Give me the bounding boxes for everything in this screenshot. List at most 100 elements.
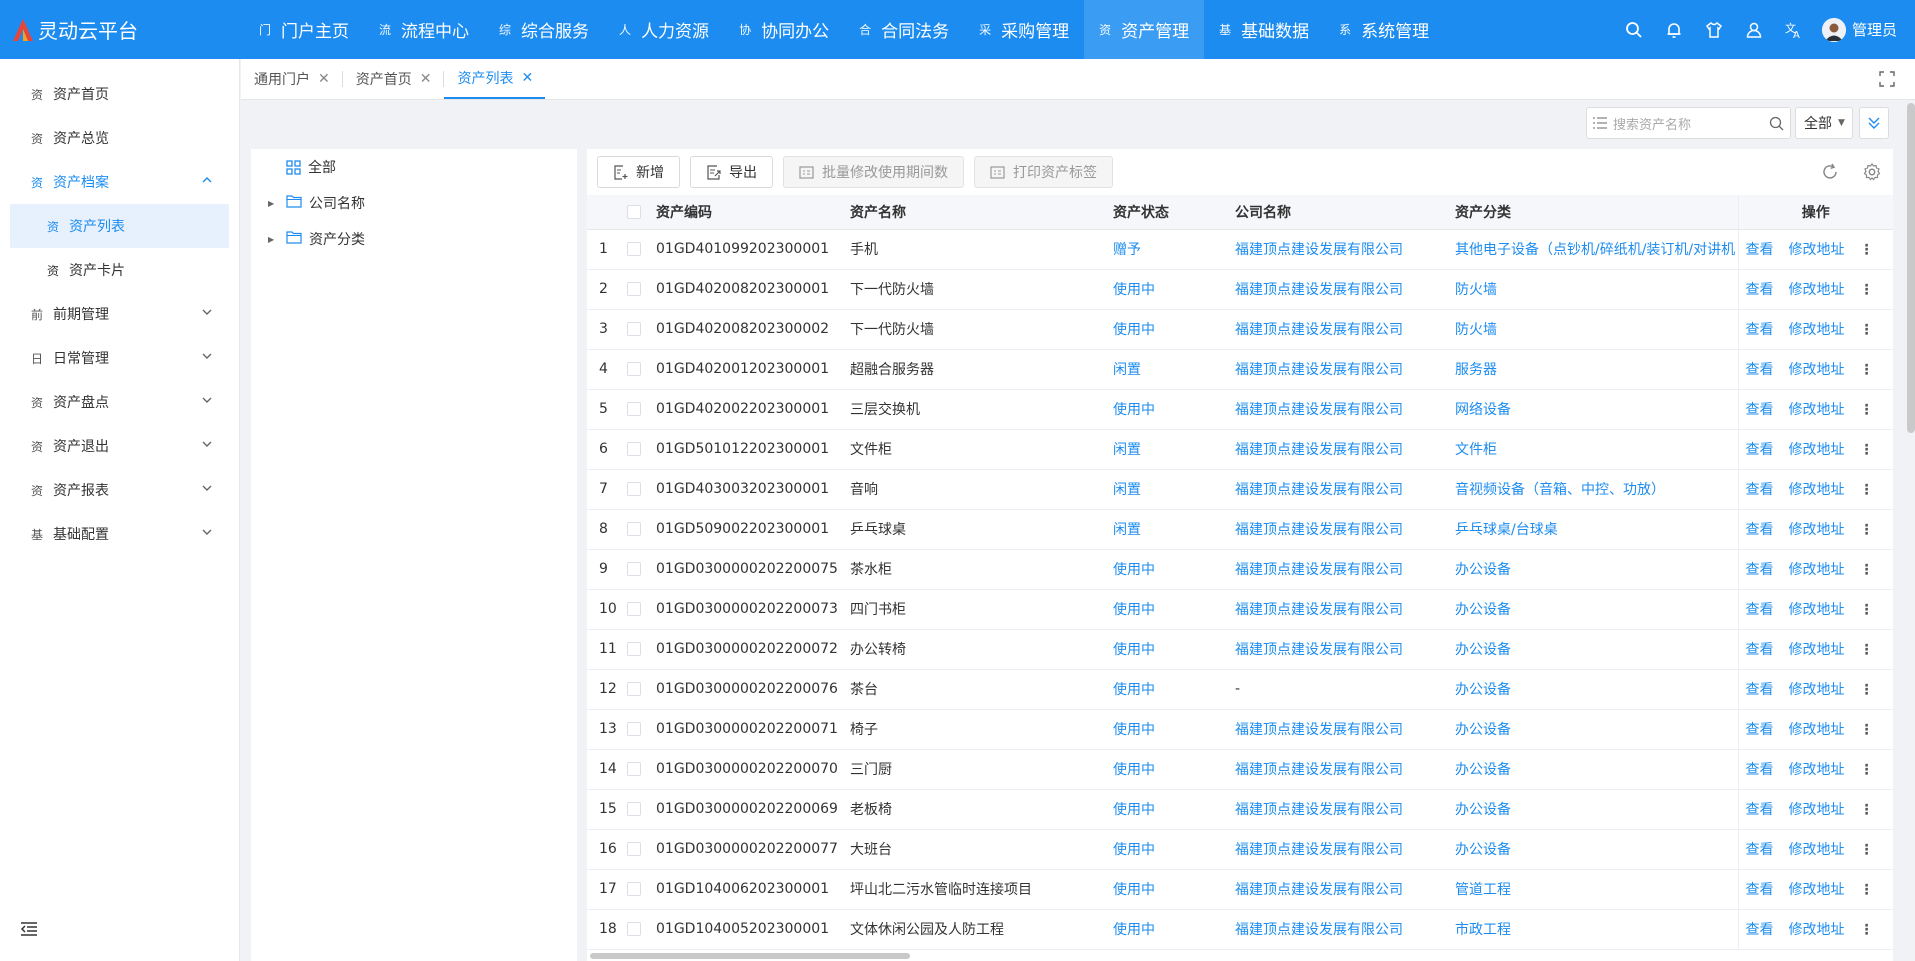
tab-0[interactable]: 通用门户 ✕ xyxy=(241,58,342,99)
view-link[interactable]: 查看 xyxy=(1746,762,1774,778)
sidebar-item-7[interactable]: 资资产盘点 xyxy=(0,380,239,424)
sidebar-item-10[interactable]: 基基础配置 xyxy=(0,512,239,556)
row-checkbox[interactable] xyxy=(627,682,641,696)
row-checkbox[interactable] xyxy=(627,722,641,736)
table-row[interactable]: 14 01GD0300000202200070 三门厨 使用中 福建顶点建设发展有限公司… xyxy=(587,749,1893,790)
asset-search-input[interactable]: 搜索资产名称 xyxy=(1586,107,1791,139)
close-icon[interactable]: ✕ xyxy=(318,71,330,87)
batch-edit-button[interactable]: 批量修改使用期间数 xyxy=(783,156,964,188)
edit-address-link[interactable]: 修改地址 xyxy=(1789,562,1845,578)
nav-item-5[interactable]: 合合同法务 xyxy=(844,0,964,59)
more-vertical-icon[interactable]: ⋮ xyxy=(1860,722,1874,738)
col-select-all[interactable] xyxy=(627,195,656,230)
table-row[interactable]: 6 01GD501012202300001 文件柜 闲置 福建顶点建设发展有限公司 文件柜… xyxy=(587,429,1893,470)
sidebar-item-9[interactable]: 资资产报表 xyxy=(0,468,239,512)
more-vertical-icon[interactable]: ⋮ xyxy=(1860,762,1874,778)
view-link[interactable]: 查看 xyxy=(1746,562,1774,578)
more-vertical-icon[interactable]: ⋮ xyxy=(1860,642,1874,658)
row-checkbox[interactable] xyxy=(627,442,641,456)
search-icon[interactable] xyxy=(1614,0,1654,59)
edit-address-link[interactable]: 修改地址 xyxy=(1789,882,1845,898)
nav-item-0[interactable]: 门门户主页 xyxy=(244,0,364,59)
row-checkbox[interactable] xyxy=(627,482,641,496)
user-icon[interactable] xyxy=(1734,0,1774,59)
edit-address-link[interactable]: 修改地址 xyxy=(1789,442,1845,458)
more-vertical-icon[interactable]: ⋮ xyxy=(1860,362,1874,378)
edit-address-link[interactable]: 修改地址 xyxy=(1789,282,1845,298)
view-link[interactable]: 查看 xyxy=(1746,522,1774,538)
edit-address-link[interactable]: 修改地址 xyxy=(1789,402,1845,418)
sidebar-item-5[interactable]: 前前期管理 xyxy=(0,292,239,336)
more-vertical-icon[interactable]: ⋮ xyxy=(1860,882,1874,898)
more-vertical-icon[interactable]: ⋮ xyxy=(1860,402,1874,418)
collapse-sidebar-icon[interactable] xyxy=(20,921,38,941)
view-link[interactable]: 查看 xyxy=(1746,642,1774,658)
edit-address-link[interactable]: 修改地址 xyxy=(1789,842,1845,858)
more-vertical-icon[interactable]: ⋮ xyxy=(1860,322,1874,338)
more-vertical-icon[interactable]: ⋮ xyxy=(1860,242,1874,258)
edit-address-link[interactable]: 修改地址 xyxy=(1789,922,1845,938)
print-label-button[interactable]: 打印资产标签 xyxy=(974,156,1113,188)
row-checkbox[interactable] xyxy=(627,402,641,416)
nav-item-9[interactable]: 系系统管理 xyxy=(1324,0,1444,59)
table-row[interactable]: 3 01GD402008202300002 下一代防火墙 使用中 福建顶点建设发展有限公… xyxy=(587,309,1893,350)
vertical-scrollbar[interactable] xyxy=(1907,103,1915,433)
more-vertical-icon[interactable]: ⋮ xyxy=(1860,282,1874,298)
caret-right-icon[interactable]: ▶ xyxy=(268,235,278,244)
view-link[interactable]: 查看 xyxy=(1746,842,1774,858)
table-row[interactable]: 5 01GD402002202300001 三层交换机 使用中 福建顶点建设发展有限公司… xyxy=(587,389,1893,430)
nav-item-2[interactable]: 综综合服务 xyxy=(484,0,604,59)
edit-address-link[interactable]: 修改地址 xyxy=(1789,802,1845,818)
more-vertical-icon[interactable]: ⋮ xyxy=(1860,562,1874,578)
edit-address-link[interactable]: 修改地址 xyxy=(1789,242,1845,258)
sidebar-item-2[interactable]: 资资产档案 xyxy=(0,160,239,204)
nav-item-7[interactable]: 资资产管理 xyxy=(1084,0,1205,59)
sidebar-item-4[interactable]: 资资产卡片 xyxy=(0,248,239,292)
more-vertical-icon[interactable]: ⋮ xyxy=(1860,482,1874,498)
row-checkbox[interactable] xyxy=(627,922,641,936)
nav-item-3[interactable]: 人人力资源 xyxy=(604,0,724,59)
table-row[interactable]: 9 01GD0300000202200075 茶水柜 使用中 福建顶点建设发展有限公司办… xyxy=(587,549,1893,590)
view-link[interactable]: 查看 xyxy=(1746,922,1774,938)
view-link[interactable]: 查看 xyxy=(1746,282,1774,298)
table-row[interactable]: 11 01GD0300000202200072 办公转椅 使用中 福建顶点建设发展有限公… xyxy=(587,629,1893,670)
export-button[interactable]: 导出 xyxy=(690,156,773,188)
table-row[interactable]: 16 01GD0300000202200077 大班台 使用中 福建顶点建设发展有限公司… xyxy=(587,829,1893,870)
row-checkbox[interactable] xyxy=(627,762,641,776)
table-row[interactable]: 8 01GD509002202300001 乒乓球桌 闲置 福建顶点建设发展有限公司 乒乓… xyxy=(587,509,1893,550)
fullscreen-icon[interactable] xyxy=(1879,71,1895,91)
sidebar-item-0[interactable]: 资资产首页 xyxy=(0,72,239,116)
edit-address-link[interactable]: 修改地址 xyxy=(1789,642,1845,658)
table-row[interactable]: 4 01GD402001202300001 超融合服务器 闲置 福建顶点建设发展有限公司… xyxy=(587,349,1893,390)
app-logo[interactable]: 灵动云平台 xyxy=(0,15,240,44)
view-link[interactable]: 查看 xyxy=(1746,442,1774,458)
edit-address-link[interactable]: 修改地址 xyxy=(1789,362,1845,378)
view-link[interactable]: 查看 xyxy=(1746,802,1774,818)
add-button[interactable]: 新增 xyxy=(597,156,680,188)
more-vertical-icon[interactable]: ⋮ xyxy=(1860,602,1874,618)
row-checkbox[interactable] xyxy=(627,282,641,296)
table-row[interactable]: 13 01GD0300000202200071 椅子 使用中 福建顶点建设发展有限公司办… xyxy=(587,709,1893,750)
close-icon[interactable]: ✕ xyxy=(420,71,432,87)
tree-node-0[interactable]: ▶ 公司名称 xyxy=(251,185,577,221)
table-row[interactable]: 10 01GD0300000202200073 四门书柜 使用中 福建顶点建设发展有限公… xyxy=(587,589,1893,630)
tree-node-1[interactable]: ▶ 资产分类 xyxy=(251,221,577,257)
edit-address-link[interactable]: 修改地址 xyxy=(1789,762,1845,778)
table-row[interactable]: 15 01GD0300000202200069 老板椅 使用中 福建顶点建设发展有限公司… xyxy=(587,789,1893,830)
expand-filter-button[interactable] xyxy=(1859,107,1889,139)
row-checkbox[interactable] xyxy=(627,882,641,896)
nav-item-8[interactable]: 基基础数据 xyxy=(1204,0,1324,59)
bell-icon[interactable] xyxy=(1654,0,1694,59)
table-row[interactable]: 7 01GD403003202300001 音响 闲置 福建顶点建设发展有限公司 音视频设… xyxy=(587,469,1893,510)
view-link[interactable]: 查看 xyxy=(1746,482,1774,498)
search-icon[interactable] xyxy=(1769,116,1784,131)
view-link[interactable]: 查看 xyxy=(1746,722,1774,738)
sidebar-item-8[interactable]: 资资产退出 xyxy=(0,424,239,468)
table-row[interactable]: 12 01GD0300000202200076 茶台 使用中 - 办公设备 查看 修改地址 ⋮ xyxy=(587,669,1893,710)
tab-1[interactable]: 资产首页 ✕ xyxy=(343,58,444,99)
row-checkbox[interactable] xyxy=(627,562,641,576)
nav-item-4[interactable]: 协协同办公 xyxy=(724,0,844,59)
scope-select[interactable]: 全部 ▼ xyxy=(1795,107,1853,139)
caret-right-icon[interactable]: ▶ xyxy=(268,199,278,208)
row-checkbox[interactable] xyxy=(627,242,641,256)
